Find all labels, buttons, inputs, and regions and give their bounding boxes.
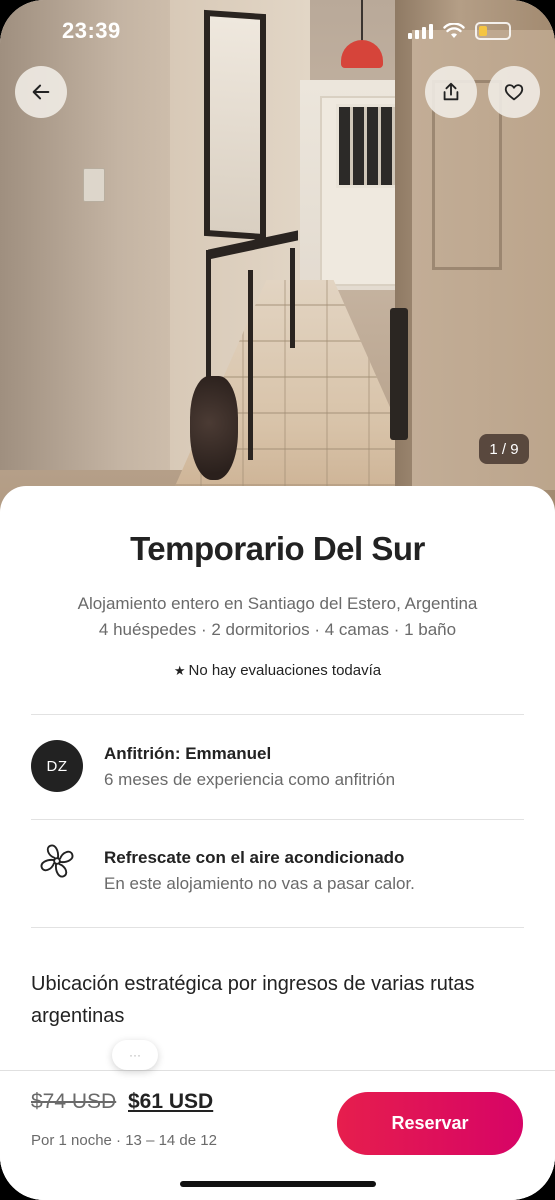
listing-subtitle: Alojamiento entero en Santiago del Ester… (77, 594, 478, 613)
status-time: 23:39 (62, 18, 121, 43)
discounted-price[interactable]: $61 USD (128, 1090, 213, 1114)
stay-dates: Por 1 noche · 13 – 14 de 12 (31, 1132, 217, 1149)
scroll-indicator[interactable]: ··· (112, 1040, 158, 1070)
reviews-text: No hay evaluaciones todavía (188, 662, 382, 679)
highlight-title: Refrescate con el aire acondicionado (104, 848, 405, 867)
battery-icon (475, 22, 511, 40)
reserve-button[interactable]: Reservar (337, 1092, 523, 1155)
divider (31, 927, 524, 928)
reviews-status: ★ No hay evaluaciones todavía (0, 662, 555, 679)
listing-details: 4 huéspedes · 2 dormitorios · 4 camas · … (98, 620, 457, 639)
host-avatar[interactable]: DZ (31, 740, 83, 792)
wifi-icon (443, 23, 465, 38)
status-icons (408, 22, 511, 40)
photo-counter: 1 / 9 (479, 434, 529, 464)
favorite-button[interactable] (488, 66, 540, 118)
host-experience: 6 meses de experiencia como anfitrión (104, 770, 396, 789)
home-indicator[interactable] (180, 1181, 376, 1187)
arrow-left-icon (32, 84, 50, 100)
divider (31, 714, 524, 715)
cellular-signal-icon (408, 23, 433, 39)
star-icon: ★ (173, 663, 186, 678)
original-price: $74 USD (31, 1090, 117, 1113)
highlight-subtitle: En este alojamiento no vas a pasar calor… (104, 874, 415, 893)
share-button[interactable] (425, 66, 477, 118)
fan-icon (40, 844, 74, 878)
back-button[interactable] (15, 66, 67, 118)
share-icon (443, 82, 459, 101)
phone-screen: 23:39 1 / 9 Temporario Del Sur Alojamien… (0, 0, 555, 1200)
heart-icon (504, 84, 524, 101)
listing-description: Ubicación estratégica por ingresos de va… (31, 973, 475, 1027)
divider (31, 819, 524, 820)
listing-title: Temporario Del Sur (130, 530, 425, 567)
host-title[interactable]: Anfitrión: Emmanuel (104, 744, 271, 764)
